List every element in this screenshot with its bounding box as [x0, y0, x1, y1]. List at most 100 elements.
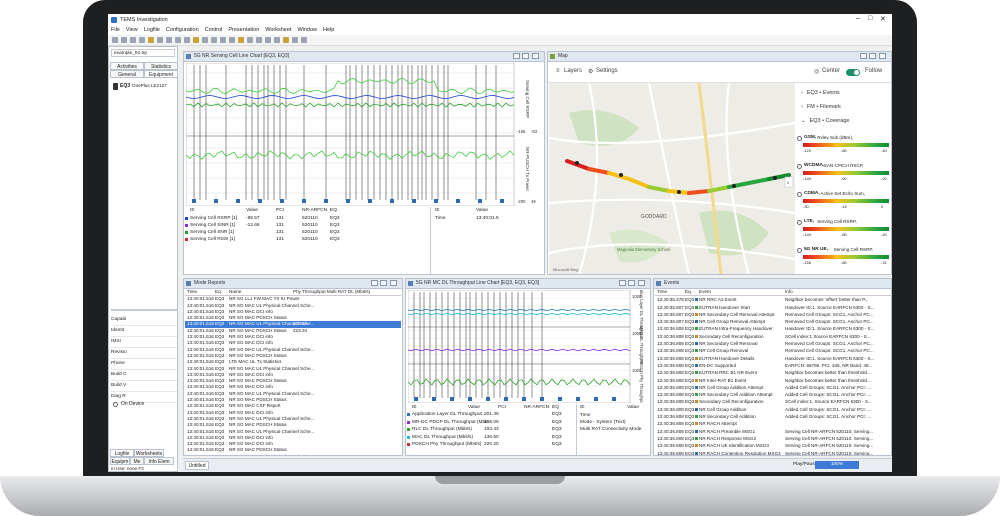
toolbar-button-icon[interactable]: [220, 37, 226, 43]
menu-item-help[interactable]: Help: [323, 26, 334, 35]
event-marker[interactable]: [619, 173, 623, 177]
toolbar-button-icon[interactable]: [301, 37, 307, 43]
toolbar-button-icon[interactable]: [283, 37, 289, 43]
column-header[interactable]: IE: [435, 208, 440, 213]
toolbar-button-icon[interactable]: [274, 37, 280, 43]
column-header[interactable]: Name: [229, 289, 241, 295]
column-header[interactable]: IE: [412, 405, 417, 410]
close-button[interactable]: [532, 53, 539, 59]
column-header[interactable]: NR-ARFCN: [302, 208, 327, 213]
tab-logfile[interactable]: Logfile: [110, 449, 134, 457]
tab-general[interactable]: General: [110, 70, 144, 78]
toolbar-button-icon[interactable]: [193, 37, 199, 43]
maximize-icon[interactable]: □: [868, 15, 872, 22]
play-pause-label[interactable]: Play/Pause: [793, 462, 817, 467]
table-row[interactable]: 13:40:36.808 EQ3 NR Cell Group Addition Add…: [655, 406, 891, 413]
event-marker[interactable]: [732, 184, 736, 188]
coverage-legend-item[interactable]: GSM, Rxlev Sub (dBm), -120 -80 -40: [795, 135, 891, 155]
column-header[interactable]: NR-ARFCN: [524, 405, 549, 410]
table-row[interactable]: 13:40:36.808 EQ3 NR Secondary Cell Removal…: [655, 340, 891, 347]
maximize-button[interactable]: [628, 280, 635, 286]
close-button[interactable]: [638, 280, 645, 286]
column-header[interactable]: Value: [246, 208, 258, 213]
column-header[interactable]: Time: [657, 289, 667, 295]
menu-item-control[interactable]: Control: [205, 26, 223, 35]
column-header[interactable]: Value: [627, 405, 639, 410]
on-device-toggle[interactable]: On Device: [113, 400, 173, 408]
table-row[interactable]: 13:40:35.478 EQ3 NR RRC A3 Event Neighbor b…: [655, 296, 891, 303]
column-header[interactable]: Eq.: [215, 289, 222, 295]
menu-item-window[interactable]: Window: [297, 26, 317, 35]
toolbar-button-icon[interactable]: [238, 37, 244, 43]
mode-reports-list[interactable]: Time Eq. Name Phy Throughput Multi RAT DL (…: [185, 289, 401, 455]
toolbar-button-icon[interactable]: [130, 37, 136, 43]
menu-item-view[interactable]: View: [126, 26, 138, 35]
table-row[interactable]: 13:40:36.808 EQ3 NR Secondary Cell Additio…: [655, 413, 891, 420]
tab-worksheets[interactable]: Worksheets: [134, 449, 164, 457]
settings-icon[interactable]: ⚙: [588, 68, 593, 75]
follow-toggle[interactable]: [846, 69, 860, 76]
event-marker[interactable]: [575, 161, 579, 165]
layers-icon[interactable]: ≡: [556, 68, 560, 74]
toolbar-button-icon[interactable]: [292, 37, 298, 43]
settings-button[interactable]: Settings: [596, 68, 618, 74]
maximize-button[interactable]: [522, 53, 529, 59]
column-header[interactable]: PCI: [498, 405, 506, 410]
toolbar-button-icon[interactable]: [175, 37, 181, 43]
toolbar-button-icon[interactable]: [157, 37, 163, 43]
tab-statistics[interactable]: Statistics: [144, 62, 177, 70]
table-row[interactable]: 13:40:36.808 EQ3 NR RACH Attempt: [655, 420, 891, 427]
throughput-chart[interactable]: Application Layer DL ThroughputMAC DL Th…: [408, 290, 650, 403]
coverage-legend-item[interactable]: 5G NR UE, Serving Cell RSRP, -156 -80 -31: [795, 247, 891, 267]
tab-equipment[interactable]: Equipment: [144, 70, 177, 78]
legend-section[interactable]: › FM • Filemark: [801, 101, 891, 113]
center-icon[interactable]: ◎: [814, 68, 819, 75]
tab-activities[interactable]: Activities: [110, 62, 144, 70]
toolbar-button-icon[interactable]: [112, 37, 118, 43]
menu-item-presentation[interactable]: Presentation: [228, 26, 259, 35]
column-header[interactable]: Info: [785, 289, 793, 295]
menu-item-worksheet[interactable]: Worksheet: [265, 26, 291, 35]
close-button[interactable]: [390, 280, 397, 286]
column-header[interactable]: IE: [190, 208, 195, 213]
toolbar-button-icon[interactable]: [148, 37, 154, 43]
column-header[interactable]: EQ: [330, 208, 337, 213]
maximize-button[interactable]: [380, 280, 387, 286]
table-row[interactable]: 13:40:01.516EQ3 NR SG MAC UL Physical Cha…: [185, 454, 401, 455]
toolbar-button-icon[interactable]: [229, 37, 235, 43]
map-canvas[interactable]: GODDARD Magnolia Elementary School Microso…: [549, 83, 795, 275]
serving-cell-chart[interactable]: Serving Cell RSRP NR-PUSCH Tx Power -156 -8…: [186, 63, 544, 206]
column-header[interactable]: EQ: [552, 405, 559, 410]
coverage-legend-item[interactable]: WCDMA, SAN CPICH RSCP, -140 -60 -20: [795, 163, 891, 183]
layers-button[interactable]: Layers: [564, 68, 582, 74]
table-row[interactable]: 13:40:36.808 EQ3 EUTRAN Handover Details Ha…: [655, 355, 891, 362]
splitter[interactable]: [111, 309, 177, 311]
close-button[interactable]: [879, 53, 886, 59]
column-header[interactable]: Event: [699, 289, 711, 295]
table-row[interactable]: 13:40:36.808 EQ3 NR Cell Group Removal Remo…: [655, 347, 891, 354]
table-row[interactable]: 13:40:35.807 EQ3 EUTRAN Handover Start Hand…: [655, 304, 891, 311]
toolbar-button-icon[interactable]: [166, 37, 172, 43]
tab-info-elements[interactable]: Info Elem: [144, 457, 174, 465]
events-list[interactable]: Time Eq. Event Info 13:40:35.478 EQ3 NR RRC A3…: [655, 289, 891, 455]
table-row[interactable]: 13:40:36.808 EQ3 NR RACH Preamble MSG1 Serv…: [655, 428, 891, 435]
minimize-button[interactable]: [619, 280, 626, 286]
tab-equipment-bottom[interactable]: Equipm: [110, 457, 130, 465]
table-row[interactable]: 13:40:36.807 EQ3 NR Secondary Cell Removal…: [655, 311, 891, 318]
column-header[interactable]: IE: [580, 405, 585, 410]
legend-section[interactable]: › EQ3 • Events: [801, 87, 891, 99]
worksheet-tab[interactable]: Untitled: [185, 461, 209, 470]
table-row[interactable]: 13:40:36.808 EQ3 EUTRAN Intra-Frequency Ha…: [655, 325, 891, 332]
minimize-button[interactable]: [860, 53, 867, 59]
coverage-legend-item[interactable]: CDMA, Active Set Ec/Io Sum, -30 -15 0: [795, 191, 891, 211]
device-item[interactable]: EQ3 OnePlus LE2127: [111, 81, 177, 91]
menu-item-file[interactable]: File: [111, 26, 120, 35]
table-row[interactable]: 13:40:36.808 EQ3 NR RACH UE Identification…: [655, 442, 891, 449]
table-row[interactable]: 13:40:36.808 EQ3 EUTRAN RRC B1 NR Event Nei…: [655, 369, 891, 376]
close-icon[interactable]: ✕: [880, 15, 886, 23]
table-row[interactable]: 13:40:36.808 EQ3 Secondary Cell Reconfigur…: [655, 333, 891, 340]
minimize-icon[interactable]: –: [856, 15, 860, 22]
column-header[interactable]: Value: [476, 208, 488, 213]
table-row[interactable]: 13:40:36.808 EQ3 NR Secondary Cell Additio…: [655, 391, 891, 398]
menu-item-configuration[interactable]: Configuration: [166, 26, 199, 35]
